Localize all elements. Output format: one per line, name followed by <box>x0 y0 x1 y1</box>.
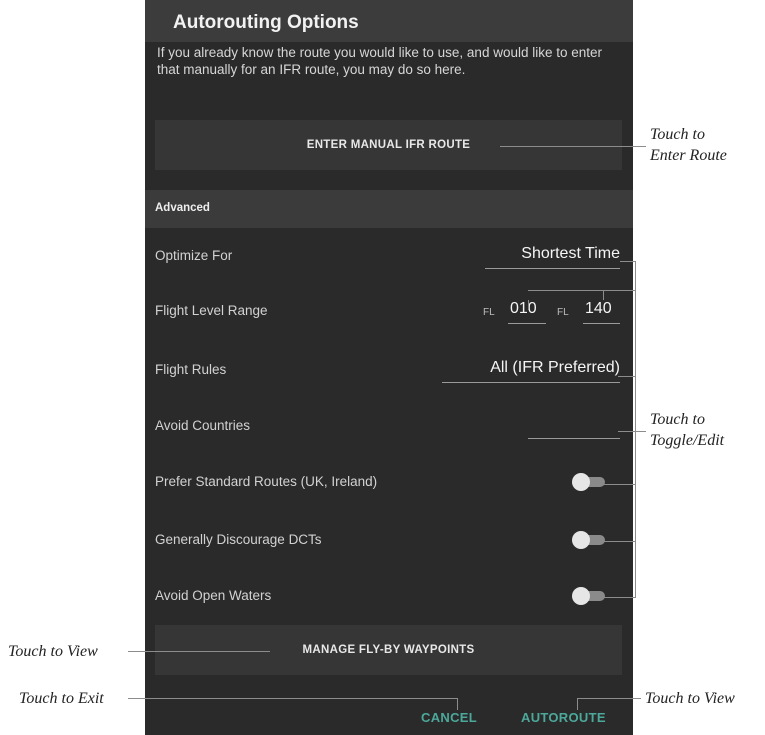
leader-line-view-waypoints <box>128 651 270 652</box>
flight-level-range-label: Flight Level Range <box>155 303 268 318</box>
section-header-label: Advanced <box>155 202 210 214</box>
leader-line-prefer-standard <box>598 484 636 485</box>
avoid-countries-label: Avoid Countries <box>155 418 251 433</box>
leader-tick-exit <box>457 698 458 710</box>
fl-max-prefix: FL <box>557 307 569 318</box>
leader-fl-link <box>528 290 603 291</box>
intro-text: If you already know the route you would … <box>157 45 603 77</box>
leader-line-exit <box>128 698 457 699</box>
flight-rules-underline <box>442 382 620 383</box>
optimize-for-value[interactable]: Shortest Time <box>521 245 620 263</box>
leader-line-open-waters <box>598 597 636 598</box>
flight-level-max-input[interactable]: 140 <box>585 300 612 318</box>
leader-fl-min-tick <box>528 300 529 310</box>
toggle-knob <box>572 473 590 491</box>
cancel-button[interactable]: CANCEL <box>421 710 477 725</box>
avoid-countries-input[interactable] <box>528 438 620 439</box>
optimize-for-underline <box>485 268 620 269</box>
leader-fl-max-tick <box>603 290 604 300</box>
toggle-knob <box>572 587 590 605</box>
callout-exit: Touch to Exit <box>19 690 104 707</box>
leader-line-optimize <box>620 261 635 262</box>
callout-view-waypoints: Touch to View <box>8 643 98 660</box>
leader-fl-to-bracket <box>603 290 635 291</box>
fl-min-underline <box>508 323 546 324</box>
fl-max-underline <box>583 323 620 324</box>
flight-rules-label: Flight Rules <box>155 362 227 377</box>
leader-line-view-route <box>577 698 641 699</box>
callout-view-route: Touch to View <box>645 690 735 707</box>
section-header-advanced: Advanced <box>145 190 633 228</box>
autoroute-button[interactable]: AUTOROUTE <box>521 710 606 725</box>
leader-line-toggle-edit <box>618 431 646 432</box>
discourage-dcts-label: Generally Discourage DCTs <box>155 532 322 547</box>
flight-rules-value[interactable]: All (IFR Preferred) <box>490 359 620 377</box>
leader-line-enter-route <box>500 146 646 147</box>
optimize-for-label: Optimize For <box>155 248 233 263</box>
fl-min-prefix: FL <box>483 307 495 318</box>
callout-enter-route: Touch to Enter Route <box>650 126 727 164</box>
toggle-knob <box>572 531 590 549</box>
flight-level-min-input[interactable]: 010 <box>510 300 537 318</box>
leader-bracket-vertical <box>635 261 636 598</box>
avoid-open-waters-label: Avoid Open Waters <box>155 588 272 603</box>
title-bar: Autorouting Options <box>145 0 633 42</box>
enter-manual-ifr-route-button[interactable]: ENTER MANUAL IFR ROUTE <box>155 120 622 170</box>
leader-tick-view-route <box>577 698 578 710</box>
callout-toggle-edit: Touch to Toggle/Edit <box>650 411 725 449</box>
manage-fly-by-waypoints-button[interactable]: MANAGE FLY-BY WAYPOINTS <box>155 625 622 675</box>
leader-line-discourage-dcts <box>598 541 636 542</box>
dialog-title: Autorouting Options <box>173 12 359 33</box>
leader-line-flight-rules <box>618 376 636 377</box>
autorouting-options-dialog: Autorouting Options If you already know … <box>145 0 633 735</box>
prefer-standard-routes-label: Prefer Standard Routes (UK, Ireland) <box>155 474 378 489</box>
